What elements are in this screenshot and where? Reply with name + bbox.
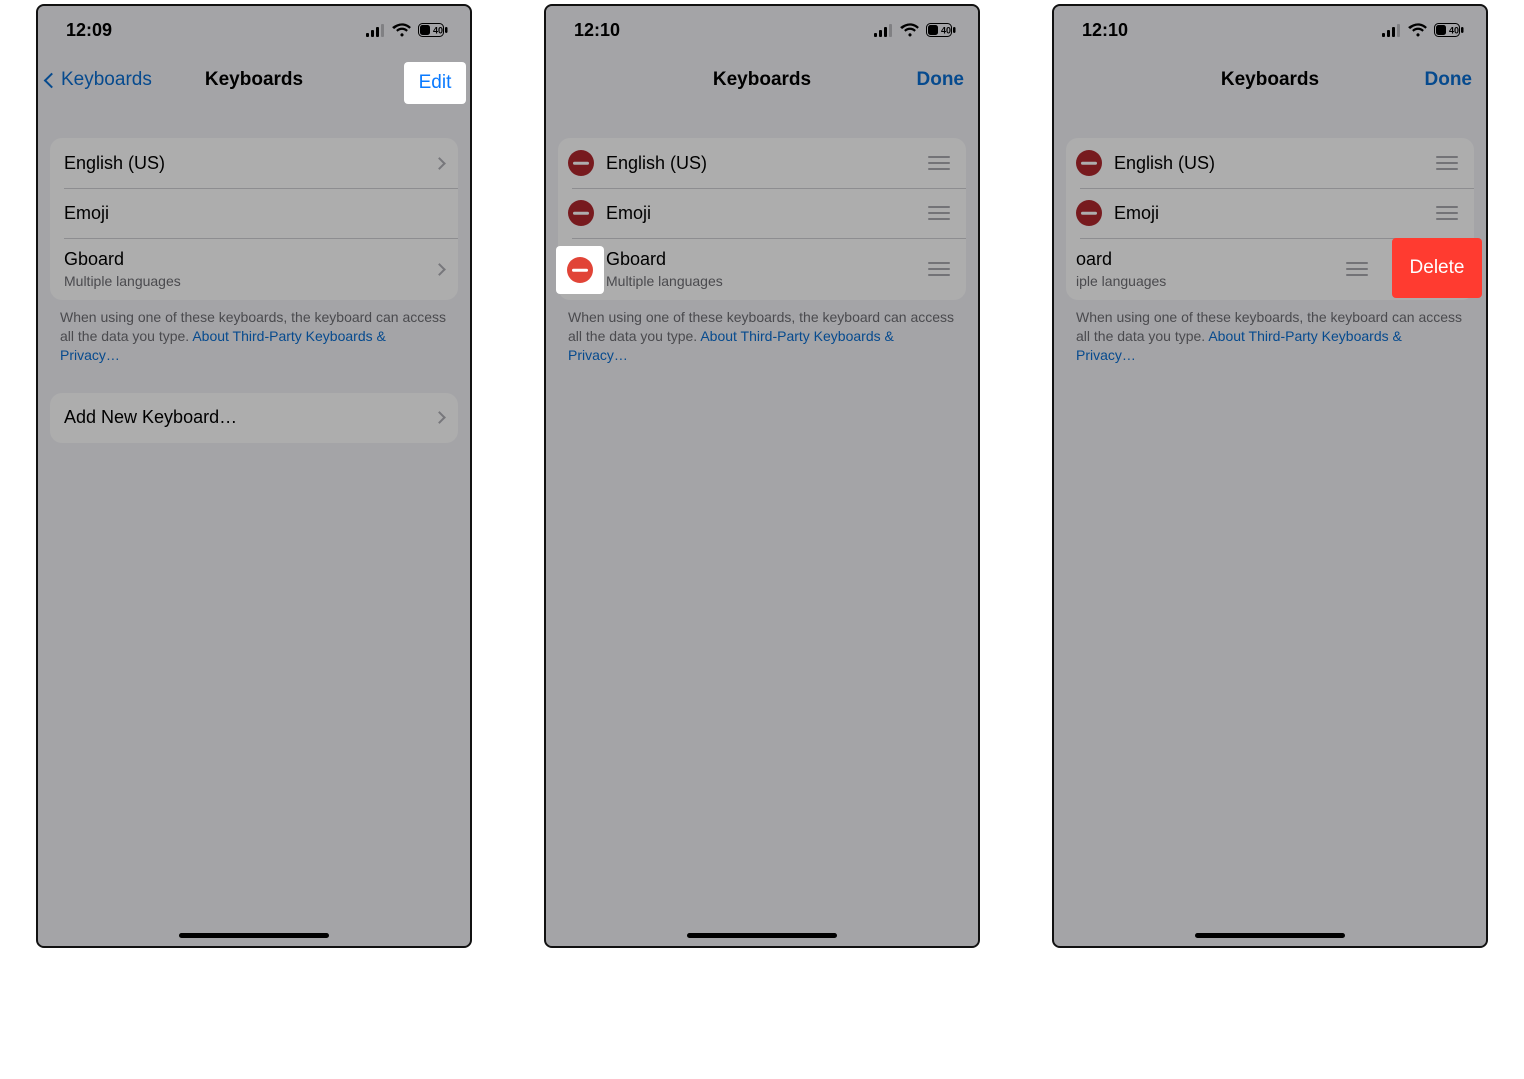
svg-text:40: 40 <box>941 26 951 36</box>
keyboard-list: English (US) Emoji Gboard Multiple langu… <box>50 138 458 300</box>
keyboard-row[interactable]: English (US) <box>50 138 458 188</box>
add-keyboard-label: Add New Keyboard… <box>64 406 435 429</box>
privacy-footer: When using one of these keyboards, the k… <box>60 308 448 365</box>
add-keyboard-row[interactable]: Add New Keyboard… <box>50 393 458 443</box>
chevron-right-icon <box>433 157 446 170</box>
battery-icon: 40 <box>926 23 956 37</box>
svg-text:40: 40 <box>1449 26 1459 36</box>
keyboard-row[interactable]: Emoji <box>1066 188 1474 238</box>
battery-icon: 40 <box>1434 23 1464 37</box>
delete-button[interactable]: Delete <box>1392 238 1482 298</box>
keyboard-row[interactable]: Emoji <box>558 188 966 238</box>
keyboard-name: Emoji <box>606 202 914 225</box>
keyboard-sub: Multiple languages <box>64 273 435 291</box>
phone-frame-2: 12:10 40 Keyboards Done <box>544 4 980 948</box>
edit-button-highlight[interactable]: Edit <box>404 62 466 104</box>
nav-title: Keyboards <box>205 69 303 91</box>
remove-icon[interactable] <box>568 150 594 176</box>
nav-bar: Keyboards Done <box>546 54 978 106</box>
chevron-right-icon <box>433 263 446 276</box>
clock: 12:09 <box>66 20 112 41</box>
nav-title: Keyboards <box>1221 69 1319 91</box>
phone-frame-1: 12:09 40 Keyboards <box>36 4 472 948</box>
home-indicator[interactable] <box>1195 933 1345 938</box>
clock: 12:10 <box>1082 20 1128 41</box>
remove-icon[interactable] <box>1076 200 1102 226</box>
reorder-handle[interactable] <box>1344 262 1370 276</box>
reorder-handle[interactable] <box>1434 156 1460 170</box>
remove-icon[interactable] <box>567 257 593 283</box>
battery-icon: 40 <box>418 23 448 37</box>
back-label: Keyboards <box>61 69 152 91</box>
reorder-handle[interactable] <box>926 262 952 276</box>
status-bar: 12:09 40 <box>38 6 470 54</box>
keyboard-name: Gboard <box>64 248 435 271</box>
nav-title: Keyboards <box>713 69 811 91</box>
keyboard-name-truncated: oard <box>1076 248 1332 271</box>
home-indicator[interactable] <box>687 933 837 938</box>
keyboard-sub: Multiple languages <box>606 273 914 291</box>
keyboard-name: Emoji <box>1114 202 1422 225</box>
keyboard-name: English (US) <box>64 152 435 175</box>
remove-icon[interactable] <box>568 200 594 226</box>
back-button[interactable]: Keyboards <box>46 69 152 91</box>
keyboard-name: Gboard <box>606 248 914 271</box>
keyboard-name: English (US) <box>606 152 914 175</box>
done-button[interactable]: Done <box>1425 69 1473 91</box>
keyboard-row[interactable]: English (US) <box>558 138 966 188</box>
privacy-footer: When using one of these keyboards, the k… <box>568 308 956 365</box>
keyboard-name: Emoji <box>64 202 444 225</box>
wifi-icon <box>900 23 920 37</box>
cellular-icon <box>874 24 894 37</box>
wifi-icon <box>1408 23 1428 37</box>
privacy-footer: When using one of these keyboards, the k… <box>1076 308 1464 365</box>
chevron-left-icon <box>44 72 60 88</box>
chevron-right-icon <box>433 411 446 424</box>
keyboard-sub-truncated: iple languages <box>1076 273 1332 291</box>
nav-bar: Keyboards Done <box>1054 54 1486 106</box>
keyboard-row[interactable]: Emoji <box>50 188 458 238</box>
add-keyboard-group: Add New Keyboard… <box>50 393 458 443</box>
home-indicator[interactable] <box>179 933 329 938</box>
reorder-handle[interactable] <box>926 156 952 170</box>
keyboard-list: English (US) Emoji Gboard Multiple langu… <box>558 138 966 300</box>
status-bar: 12:10 40 <box>546 6 978 54</box>
clock: 12:10 <box>574 20 620 41</box>
remove-icon[interactable] <box>1076 150 1102 176</box>
keyboard-name: English (US) <box>1114 152 1422 175</box>
done-button[interactable]: Done <box>917 69 965 91</box>
keyboard-row[interactable]: Gboard Multiple languages <box>558 238 966 300</box>
cellular-icon <box>1382 24 1402 37</box>
wifi-icon <box>392 23 412 37</box>
reorder-handle[interactable] <box>926 206 952 220</box>
remove-gboard-highlight[interactable] <box>556 246 604 294</box>
svg-text:40: 40 <box>433 26 443 36</box>
cellular-icon <box>366 24 386 37</box>
status-bar: 12:10 40 <box>1054 6 1486 54</box>
phone-frame-3: 12:10 40 Keyboards Done <box>1052 4 1488 948</box>
reorder-handle[interactable] <box>1434 206 1460 220</box>
keyboard-row[interactable]: English (US) <box>1066 138 1474 188</box>
keyboard-row[interactable]: Gboard Multiple languages <box>50 238 458 300</box>
